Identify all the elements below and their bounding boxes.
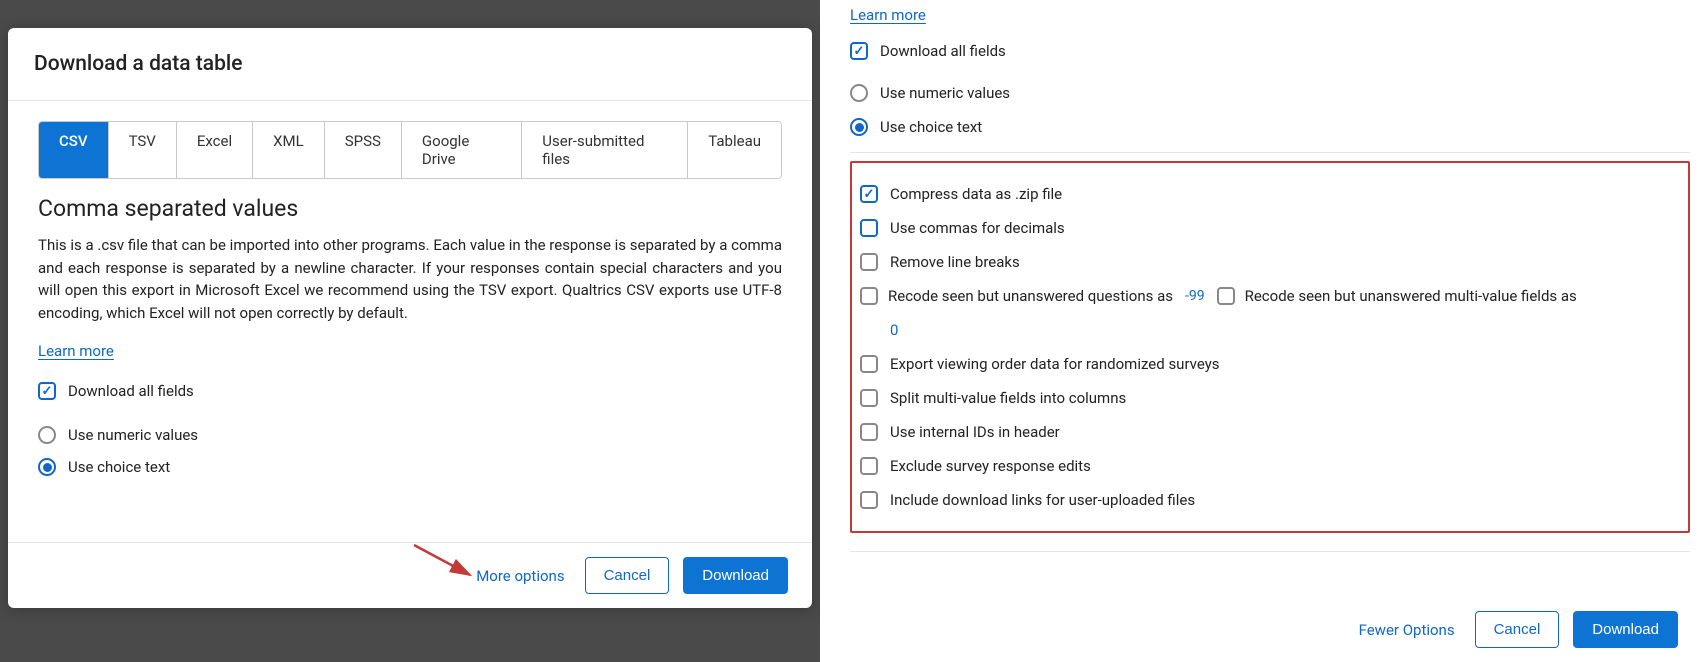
format-subtitle: Comma separated values [38, 195, 782, 222]
fewer-options-link[interactable]: Fewer Options [1353, 613, 1461, 647]
download-button[interactable]: Download [683, 557, 788, 594]
use-choice-text-label-right: Use choice text [880, 118, 982, 136]
download-dialog: Download a data table CSV TSV Excel XML … [8, 28, 812, 608]
dialog-title: Download a data table [8, 28, 812, 101]
recode-multivalue-label: Recode seen but unanswered multi-value f… [1245, 287, 1577, 305]
recode-questions-label: Recode seen but unanswered questions as [888, 287, 1173, 305]
download-all-fields-checkbox[interactable] [38, 382, 56, 400]
commas-decimals-label: Use commas for decimals [890, 219, 1065, 237]
advanced-options-highlight: Compress data as .zip file Use commas fo… [850, 161, 1690, 533]
remove-line-breaks-checkbox[interactable] [860, 253, 878, 271]
cancel-button-right[interactable]: Cancel [1475, 611, 1560, 648]
learn-more-link-right[interactable]: Learn more [850, 6, 926, 24]
compress-checkbox[interactable] [860, 185, 878, 203]
left-panel: Download a data table CSV TSV Excel XML … [0, 0, 820, 662]
exclude-edits-checkbox[interactable] [860, 457, 878, 475]
divider [850, 152, 1690, 153]
include-links-label: Include download links for user-uploaded… [890, 491, 1195, 509]
download-all-fields-label-right: Download all fields [880, 42, 1006, 60]
use-numeric-label: Use numeric values [68, 426, 198, 444]
use-numeric-radio[interactable] [38, 426, 56, 444]
export-order-checkbox[interactable] [860, 355, 878, 373]
tab-spss[interactable]: SPSS [325, 122, 402, 178]
right-panel: Learn more Download all fields Use numer… [820, 0, 1700, 662]
cancel-button[interactable]: Cancel [585, 557, 670, 594]
tab-xml[interactable]: XML [253, 122, 325, 178]
compress-label: Compress data as .zip file [890, 185, 1062, 203]
recode-questions-checkbox[interactable] [860, 287, 878, 305]
more-options-link[interactable]: More options [470, 559, 570, 593]
use-choice-text-radio[interactable] [38, 458, 56, 476]
download-all-fields-label: Download all fields [68, 382, 194, 400]
format-tab-strip: CSV TSV Excel XML SPSS Google Drive User… [38, 121, 782, 179]
use-numeric-label-right: Use numeric values [880, 84, 1010, 102]
learn-more-link[interactable]: Learn more [38, 342, 114, 360]
use-numeric-radio-right[interactable] [850, 84, 868, 102]
format-description: This is a .csv file that can be imported… [38, 234, 782, 324]
use-choice-text-label: Use choice text [68, 458, 170, 476]
remove-line-breaks-label: Remove line breaks [890, 253, 1020, 271]
recode-questions-value[interactable]: -99 [1183, 288, 1207, 304]
tab-user-files[interactable]: User-submitted files [522, 122, 688, 178]
tab-google-drive[interactable]: Google Drive [402, 122, 522, 178]
internal-ids-label: Use internal IDs in header [890, 423, 1060, 441]
export-order-label: Export viewing order data for randomized… [890, 355, 1220, 373]
tab-tableau[interactable]: Tableau [688, 122, 781, 178]
recode-multivalue-checkbox[interactable] [1217, 287, 1235, 305]
split-multivalue-label: Split multi-value fields into columns [890, 389, 1126, 407]
split-multivalue-checkbox[interactable] [860, 389, 878, 407]
download-all-fields-checkbox-right[interactable] [850, 42, 868, 60]
tab-csv[interactable]: CSV [39, 122, 109, 178]
divider-bottom [850, 551, 1690, 552]
tab-excel[interactable]: Excel [177, 122, 253, 178]
recode-multivalue-value[interactable]: 0 [890, 321, 1680, 339]
download-button-right[interactable]: Download [1573, 611, 1678, 648]
use-choice-text-radio-right[interactable] [850, 118, 868, 136]
tab-tsv[interactable]: TSV [109, 122, 177, 178]
commas-decimals-checkbox[interactable] [860, 219, 878, 237]
exclude-edits-label: Exclude survey response edits [890, 457, 1091, 475]
internal-ids-checkbox[interactable] [860, 423, 878, 441]
include-links-checkbox[interactable] [860, 491, 878, 509]
